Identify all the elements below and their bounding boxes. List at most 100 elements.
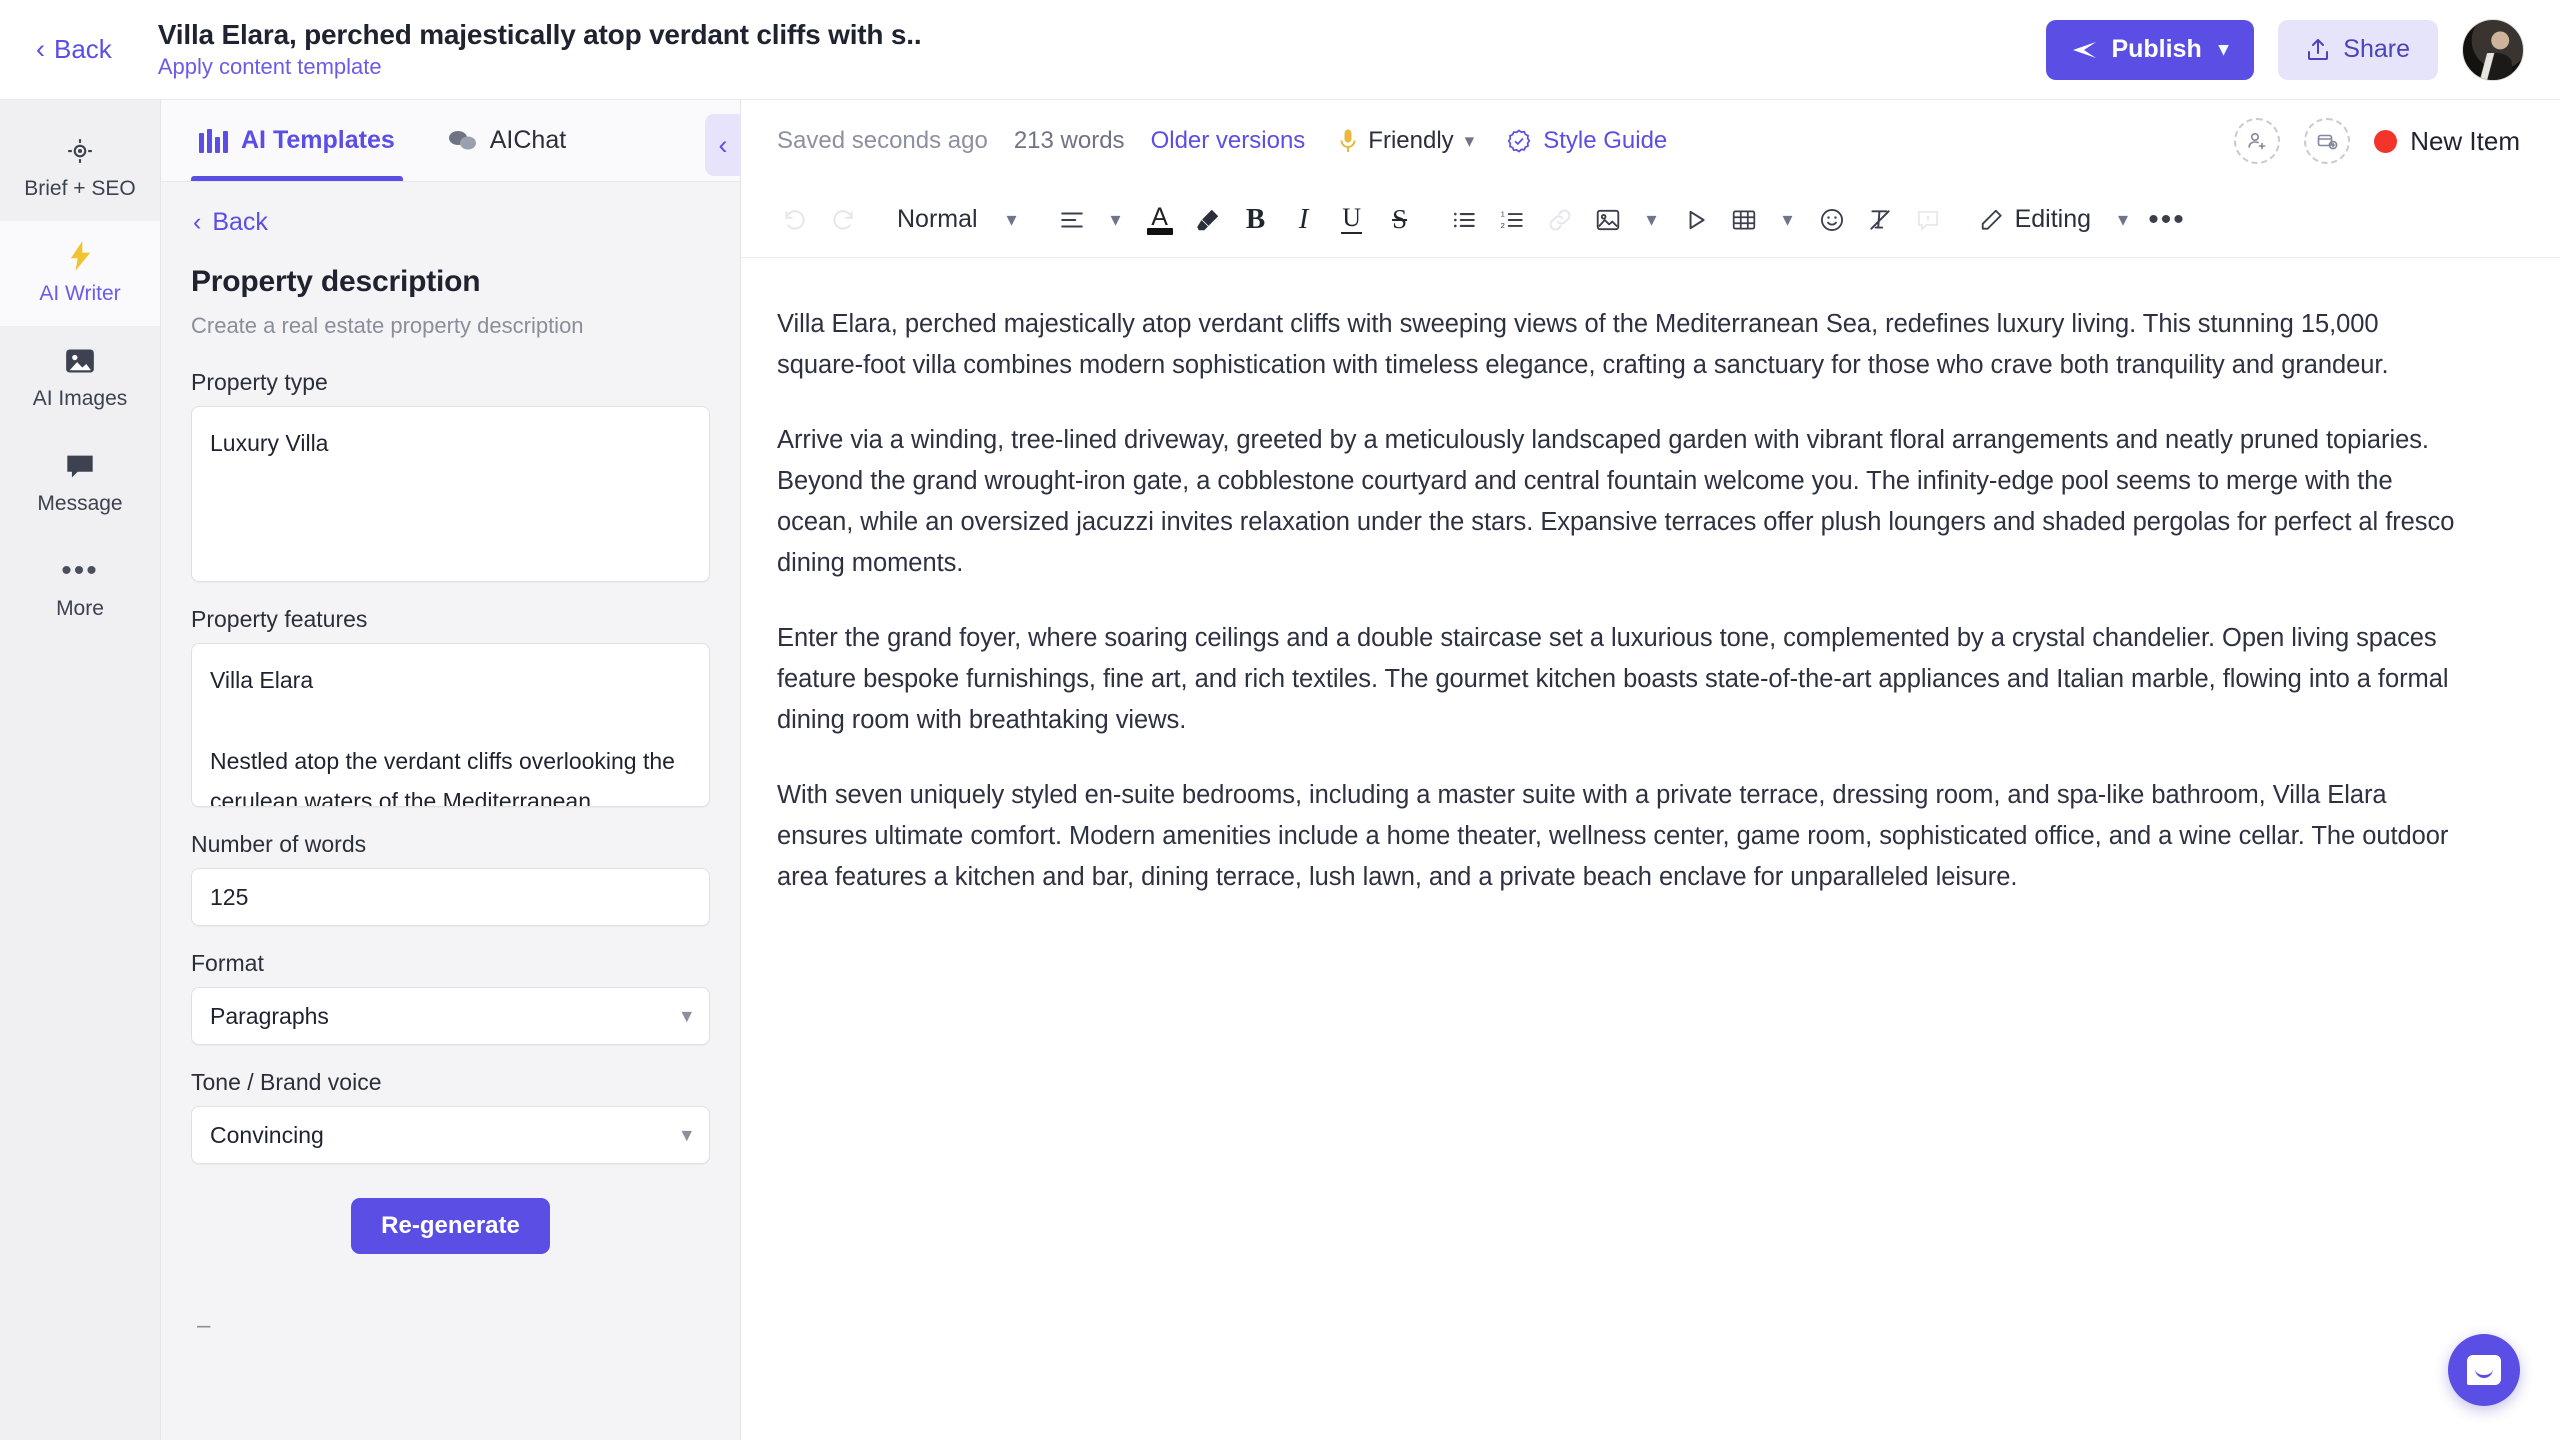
add-card-icon[interactable]: [2304, 118, 2351, 164]
field-format: Format Paragraphs ▾: [191, 950, 710, 1045]
paragraph-style-select[interactable]: Normal: [883, 196, 992, 244]
format-select-wrapper: Paragraphs ▾: [191, 987, 710, 1045]
panel-back-label: Back: [212, 208, 268, 236]
status-dot-icon: [2374, 129, 2398, 153]
collapse-panel-button[interactable]: ‹: [705, 114, 741, 176]
ellipsis-icon[interactable]: •••: [2143, 196, 2191, 244]
panel-tab-bar: AI Templates AIChat: [161, 100, 740, 182]
status-label: New Item: [2410, 125, 2520, 156]
document-paragraph: Arrive via a winding, tree-lined drivewa…: [777, 425, 2455, 578]
apply-content-template-link[interactable]: Apply content template: [158, 54, 922, 80]
undo-icon[interactable]: [771, 196, 819, 244]
editing-mode-button[interactable]: Editing: [1968, 205, 2103, 234]
document-paragraph: With seven uniquely styled en-suite bedr…: [777, 780, 2449, 892]
image-icon: [65, 344, 95, 378]
chevron-down-icon[interactable]: ▾: [992, 196, 1032, 244]
regenerate-button[interactable]: Re-generate: [351, 1198, 550, 1254]
sidebar-item-ai-images[interactable]: AI Images: [0, 326, 160, 431]
publish-button[interactable]: Publish ▾: [2046, 19, 2255, 80]
svg-text:1: 1: [1500, 209, 1504, 218]
sidebar-item-more[interactable]: ••• More: [0, 536, 160, 641]
field-label: Format: [191, 950, 264, 976]
underline-button[interactable]: U: [1328, 196, 1376, 244]
link-icon[interactable]: [1536, 196, 1584, 244]
document-editor[interactable]: Villa Elara, perched majestically atop v…: [741, 258, 2560, 1440]
document-body: Villa Elara, perched majestically atop v…: [777, 304, 2470, 899]
pencil-icon: [1980, 208, 2004, 232]
panel-back-button[interactable]: ‹ Back: [191, 208, 710, 237]
bullet-list-icon[interactable]: [1440, 196, 1488, 244]
chevron-down-icon[interactable]: ▾: [1096, 196, 1136, 244]
redo-icon[interactable]: [819, 196, 867, 244]
tone-selector[interactable]: Friendly ▾: [1339, 127, 1474, 155]
italic-button[interactable]: I: [1280, 196, 1328, 244]
template-title: Property description: [191, 265, 481, 298]
field-property-features: Property features: [191, 606, 710, 807]
formatting-toolbar: Normal ▾ ▾ A B I U S 1 2 ▾ ▾ Editing ▾ •…: [741, 182, 2560, 258]
page-title: Villa Elara, perched majestically atop v…: [157, 19, 922, 50]
top-bar: ‹ Back Villa Elara, perched majestically…: [0, 0, 2560, 100]
status-badge[interactable]: New Item: [2374, 126, 2520, 157]
editor-status-actions: New Item: [2234, 118, 2520, 164]
share-upload-icon: [2306, 37, 2330, 63]
avatar[interactable]: [2462, 18, 2524, 81]
align-left-icon[interactable]: [1048, 196, 1096, 244]
image-icon[interactable]: [1584, 196, 1632, 244]
sidebar-item-message[interactable]: Message: [0, 431, 160, 536]
highlighter-icon[interactable]: [1184, 196, 1232, 244]
older-versions-link[interactable]: Older versions: [1151, 127, 1306, 155]
intercom-chat-button[interactable]: [2448, 1334, 2520, 1406]
chat-bubbles-icon: [447, 129, 477, 153]
sidebar-item-label: Brief + SEO: [24, 177, 136, 200]
chevron-left-icon: ‹: [193, 208, 202, 236]
tab-aichat[interactable]: AIChat: [439, 100, 574, 181]
field-label: Number of words: [191, 831, 367, 857]
chevron-down-icon[interactable]: ▾: [2103, 196, 2143, 244]
back-button[interactable]: ‹ Back: [28, 28, 120, 71]
body: Brief + SEO AI Writer AI Images Message …: [0, 100, 2560, 1440]
strikethrough-button[interactable]: S: [1376, 196, 1424, 244]
add-person-icon[interactable]: [2234, 118, 2281, 164]
chevron-down-icon[interactable]: ▾: [1768, 196, 1808, 244]
templates-bars-icon: [199, 128, 228, 153]
play-icon[interactable]: [1672, 196, 1720, 244]
emoji-icon[interactable]: [1808, 196, 1856, 244]
chevron-down-icon: ▾: [2218, 39, 2229, 60]
svg-text:2: 2: [1500, 221, 1504, 230]
property-features-input[interactable]: [191, 643, 710, 807]
sidebar-item-label: AI Writer: [39, 282, 121, 305]
sidebar-item-brief-seo[interactable]: Brief + SEO: [0, 116, 160, 221]
field-label: Property type: [191, 369, 328, 395]
editor-area: Saved seconds ago 213 words Older versio…: [741, 100, 2560, 1440]
tab-ai-templates[interactable]: AI Templates: [191, 100, 403, 181]
regenerate-row: Re-generate: [191, 1198, 710, 1254]
chevron-down-icon[interactable]: ▾: [1632, 196, 1672, 244]
saved-status: Saved seconds ago: [777, 127, 988, 154]
property-type-input[interactable]: [191, 406, 710, 582]
app-root: ‹ Back Villa Elara, perched majestically…: [0, 0, 2560, 1440]
bold-button[interactable]: B: [1232, 196, 1280, 244]
clear-format-icon[interactable]: [1856, 196, 1904, 244]
sidebar-rail: Brief + SEO AI Writer AI Images Message …: [0, 100, 161, 1440]
share-button[interactable]: Share: [2278, 19, 2438, 80]
tone-label: Friendly: [1368, 127, 1454, 154]
style-guide-button[interactable]: Style Guide: [1506, 127, 1667, 155]
font-color-icon[interactable]: A: [1136, 196, 1184, 244]
editor-status-bar: Saved seconds ago 213 words Older versio…: [741, 100, 2560, 182]
sidebar-item-label: AI Images: [32, 387, 128, 410]
document-paragraph: Villa Elara, perched majestically atop v…: [777, 310, 2389, 380]
format-select[interactable]: Paragraphs: [191, 987, 710, 1045]
table-icon[interactable]: [1720, 196, 1768, 244]
top-bar-actions: Publish ▾ Share: [2046, 18, 2524, 81]
share-button-label: Share: [2343, 35, 2410, 63]
tone-select[interactable]: Convincing: [191, 1106, 710, 1164]
numbered-list-icon[interactable]: 1 2: [1488, 196, 1536, 244]
number-of-words-input[interactable]: [191, 868, 710, 926]
lightning-icon: [66, 239, 94, 273]
style-guide-label: Style Guide: [1543, 127, 1668, 154]
field-label: Property features: [191, 606, 368, 632]
comment-icon[interactable]: [1904, 196, 1952, 244]
sidebar-item-ai-writer[interactable]: AI Writer: [0, 221, 160, 326]
back-button-label: Back: [54, 34, 112, 64]
field-label: Tone / Brand voice: [191, 1069, 382, 1095]
